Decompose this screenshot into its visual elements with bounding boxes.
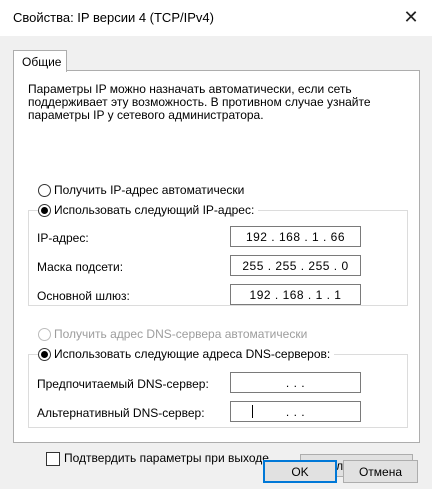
radio-ip-manual-circle[interactable] xyxy=(38,203,51,217)
window-title: Свойства: IP версии 4 (TCP/IPv4) xyxy=(13,10,214,25)
radio-dns-manual-circle[interactable] xyxy=(38,347,51,361)
alternate-dns-label: Альтернативный DNS-сервер: xyxy=(37,406,205,420)
description-text: Параметры IP можно назначать автоматичес… xyxy=(28,82,371,122)
radio-dns-manual-label: Использовать следующие адреса DNS-сервер… xyxy=(54,347,331,361)
radio-ip-manual-label: Использовать следующий IP-адрес: xyxy=(54,203,255,217)
subnet-mask-field[interactable]: 255 . 255 . 255 . 0 xyxy=(230,255,361,276)
preferred-dns-field[interactable]: . . . xyxy=(230,372,361,393)
preferred-dns-label: Предпочитаемый DNS-сервер: xyxy=(37,377,209,391)
gateway-field[interactable]: 192 . 168 . 1 . 1 xyxy=(230,284,361,305)
alternate-dns-field[interactable]: . . . xyxy=(230,401,361,422)
subnet-mask-label: Маска подсети: xyxy=(37,260,124,274)
alternate-dns-value: . . . xyxy=(285,404,306,419)
title-bar: Свойства: IP версии 4 (TCP/IPv4) ✕ xyxy=(0,0,432,36)
radio-dns-auto-label: Получить адрес DNS-сервера автоматически xyxy=(54,327,308,341)
ip-address-label: IP-адрес: xyxy=(37,231,89,245)
radio-dns-manual[interactable]: Использовать следующие адреса DNS-сервер… xyxy=(38,347,335,361)
radio-dns-auto[interactable]: Получить адрес DNS-сервера автоматически xyxy=(38,327,312,341)
tab-general[interactable]: Общие xyxy=(13,50,67,72)
tab-general-label: Общие xyxy=(22,55,62,69)
dialog-body: Общие Параметры IP можно назначать автом… xyxy=(0,36,432,489)
radio-ip-manual[interactable]: Использовать следующий IP-адрес: xyxy=(38,203,259,217)
radio-ip-auto-label: Получить IP-адрес автоматически xyxy=(54,183,245,197)
radio-dns-auto-circle[interactable] xyxy=(38,327,51,341)
radio-ip-auto[interactable]: Получить IP-адрес автоматически xyxy=(38,183,249,197)
close-icon[interactable]: ✕ xyxy=(390,0,432,34)
tab-panel: Параметры IP можно назначать автоматичес… xyxy=(13,70,420,477)
text-cursor xyxy=(252,405,253,418)
cancel-button[interactable]: Отмена xyxy=(343,460,418,483)
gateway-label: Основной шлюз: xyxy=(37,289,130,303)
ip-address-field[interactable]: 192 . 168 . 1 . 66 xyxy=(230,226,361,247)
ok-button[interactable]: OK xyxy=(263,460,337,483)
validate-label: Подтвердить параметры при выходе xyxy=(64,451,269,465)
validate-checkbox[interactable] xyxy=(46,452,60,466)
radio-ip-auto-circle[interactable] xyxy=(38,183,51,197)
